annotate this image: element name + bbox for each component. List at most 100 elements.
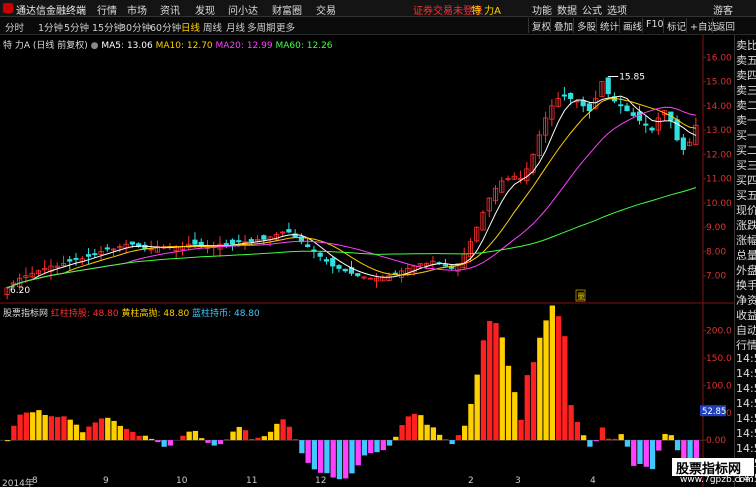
indicator-bar	[92, 422, 98, 441]
menu-ask-xiaoda[interactable]: 问小达	[228, 2, 258, 17]
period-5min[interactable]: 5分钟	[64, 20, 89, 34]
period-daily[interactable]: 日线	[181, 20, 200, 34]
side-panel-item[interactable]: 14:55	[736, 412, 756, 425]
side-panel-item[interactable]: 买五	[736, 187, 756, 200]
guest-label[interactable]: 游客	[713, 2, 733, 17]
back-button[interactable]: 返回	[712, 18, 738, 33]
menu-quotes[interactable]: 行情	[97, 2, 117, 17]
period-multi[interactable]: 多周期	[247, 20, 276, 34]
side-panel-item[interactable]: 涨跌	[736, 217, 756, 230]
period-weekly[interactable]: 周线	[203, 20, 222, 34]
period-30min[interactable]: 30分钟	[120, 20, 151, 34]
candle-body	[192, 239, 198, 245]
side-panel-item[interactable]: 卖二	[736, 97, 756, 110]
menu-discover[interactable]: 发现	[195, 2, 215, 17]
menu-function[interactable]: 功能	[532, 2, 552, 17]
side-panel-item[interactable]: 卖一	[736, 112, 756, 125]
side-panel-item[interactable]: 买一	[736, 127, 756, 140]
menu-news[interactable]: 资讯	[160, 2, 180, 17]
indicator-bar	[336, 440, 343, 480]
indicator-bar	[624, 440, 631, 447]
indicator-bar	[142, 435, 149, 441]
candle-body	[336, 265, 342, 269]
menu-options[interactable]: 选项	[607, 2, 627, 17]
watermark-url: www.7gpzb.com	[680, 475, 754, 485]
side-panel-item[interactable]: 14:55	[736, 397, 756, 410]
candle-body	[624, 105, 630, 112]
menu-trade[interactable]: 交易	[316, 2, 336, 17]
price-tick-label: 11.00	[706, 175, 732, 185]
candle-body	[330, 258, 336, 267]
side-panel-item[interactable]: 买四	[736, 172, 756, 185]
price-tick-label: 12.00	[706, 150, 732, 160]
indicator-bar	[4, 440, 11, 442]
side-panel-item[interactable]: 收益	[736, 307, 756, 320]
side-panel-item[interactable]: 买二	[736, 142, 756, 155]
candle-body	[342, 268, 348, 272]
indicator-bar	[230, 431, 236, 441]
side-panel-item[interactable]: 自动	[736, 322, 756, 335]
indicator-bar	[668, 435, 674, 441]
menu-data[interactable]: 数据	[557, 2, 577, 17]
period-monthly[interactable]: 月线	[226, 20, 245, 34]
menu-market[interactable]: 市场	[127, 2, 147, 17]
period-60min[interactable]: 60分钟	[150, 20, 181, 34]
side-panel-item[interactable]: 现价	[736, 202, 756, 215]
date-label-10: 10	[176, 476, 188, 486]
side-panel-item[interactable]: 卖五	[736, 52, 756, 65]
period-more[interactable]: 更多	[276, 20, 295, 34]
indicator-bar	[267, 431, 274, 441]
indicator-bar	[631, 440, 637, 466]
side-panel-item[interactable]: 总量	[736, 247, 756, 260]
side-panel-item[interactable]: 换手	[736, 277, 756, 290]
side-panel-item[interactable]: 卖比	[736, 37, 756, 50]
indicator-bar	[286, 426, 293, 441]
side-panel-item[interactable]: 14:55	[736, 382, 756, 395]
side-panel-item[interactable]: 净资	[736, 292, 756, 305]
indicator-bar	[480, 340, 487, 441]
indicator-bar	[343, 440, 349, 479]
indicator-bar	[361, 440, 368, 456]
candle-body	[223, 243, 229, 245]
indicator-bar	[530, 362, 537, 441]
menu-wealth[interactable]: 财富圈	[272, 2, 302, 17]
side-panel-item[interactable]: 14:55	[736, 442, 756, 455]
side-panel-item[interactable]: 卖四	[736, 67, 756, 80]
period-1min[interactable]: 1分钟	[38, 20, 63, 34]
quote-side-panel[interactable]: 卖比卖五卖四卖三卖二卖一买一买二买三买四买五现价涨跌涨幅总量外盘换手净资收益自动…	[734, 35, 756, 487]
indicator-bar	[80, 432, 86, 441]
indicator-tick-label: 200.0	[706, 327, 732, 337]
menu-formula[interactable]: 公式	[582, 2, 602, 17]
side-panel-item[interactable]: 卖三	[736, 82, 756, 95]
period-15min[interactable]: 15分钟	[92, 20, 123, 34]
indicator-bar	[512, 392, 518, 441]
price-tick-label: 13.00	[706, 126, 732, 136]
side-panel-item[interactable]: 行情	[736, 337, 756, 350]
indicator-bar	[637, 440, 643, 464]
indicator-bar	[418, 415, 424, 441]
indicator-bar	[324, 440, 330, 474]
price-tick-label: 10.00	[706, 199, 732, 209]
side-panel-item[interactable]: 14:55	[736, 427, 756, 440]
indicator-bar	[518, 419, 524, 441]
indicator-bar	[555, 316, 562, 441]
indicator-bar	[211, 440, 217, 446]
settings-icon[interactable]: ●	[91, 41, 99, 51]
indicator-bar	[73, 424, 80, 441]
indicator-bar	[374, 440, 380, 453]
indicator-bar	[36, 410, 42, 441]
period-timeshare[interactable]: 分时	[5, 20, 24, 34]
side-panel-item[interactable]: 外盘	[736, 262, 756, 275]
side-panel-item[interactable]: 买三	[736, 157, 756, 170]
side-panel-item[interactable]: 14:55	[736, 352, 756, 365]
indicator-bar	[199, 438, 205, 441]
side-panel-item[interactable]: 14:55	[736, 367, 756, 380]
indicator-bar	[98, 418, 105, 441]
indicator-bar	[280, 419, 286, 441]
indicator-bar	[449, 440, 455, 445]
date-label-8: 8	[32, 476, 38, 486]
indicator-bar	[368, 440, 374, 454]
side-panel-item[interactable]: 涨幅	[736, 232, 756, 245]
stock-chart[interactable]: 16.00 15.00 14.00 13.00 12.00 11.00 10.00 9.00 8…	[0, 35, 734, 487]
indicator-bar	[167, 440, 174, 446]
